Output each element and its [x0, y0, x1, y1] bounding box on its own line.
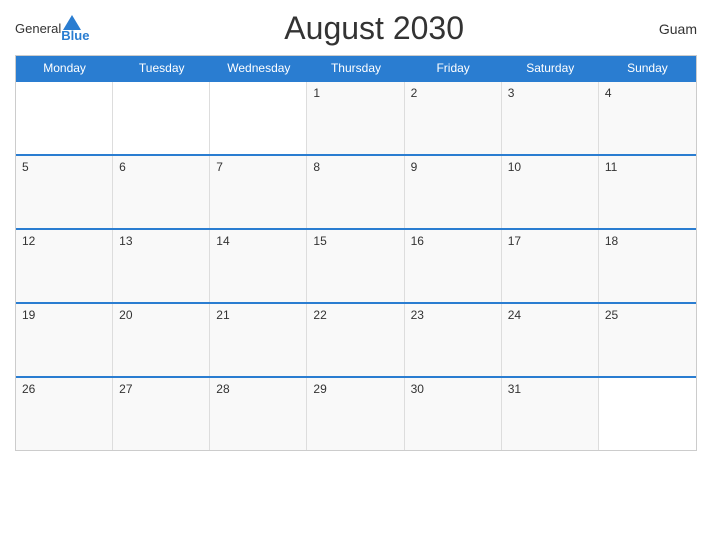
- day-header-saturday: Saturday: [502, 56, 599, 80]
- calendar-cell: 9: [405, 156, 502, 228]
- calendar-week-3: 12 13 14 15 16 17 18: [16, 228, 696, 302]
- calendar-week-5: 26 27 28 29 30 31: [16, 376, 696, 450]
- calendar-cell: 17: [502, 230, 599, 302]
- calendar-cell: 4: [599, 82, 696, 154]
- calendar-header-row: MondayTuesdayWednesdayThursdayFridaySatu…: [16, 56, 696, 80]
- day-number: 2: [411, 86, 418, 100]
- calendar-week-4: 19 20 21 22 23 24 25: [16, 302, 696, 376]
- calendar-cell: 26: [16, 378, 113, 450]
- day-number: 27: [119, 382, 132, 396]
- calendar-cell: 5: [16, 156, 113, 228]
- day-number: 10: [508, 160, 521, 174]
- logo-blue-part: Blue: [61, 15, 89, 43]
- calendar-cell: 19: [16, 304, 113, 376]
- calendar-cell: 18: [599, 230, 696, 302]
- day-number: 11: [605, 160, 617, 174]
- day-number: 9: [411, 160, 418, 174]
- calendar-cell: 23: [405, 304, 502, 376]
- day-number: 31: [508, 382, 521, 396]
- logo-general-text: General: [15, 21, 61, 36]
- calendar-cell: 20: [113, 304, 210, 376]
- logo: General Blue: [15, 15, 89, 43]
- day-number: 28: [216, 382, 229, 396]
- calendar-cell: [599, 378, 696, 450]
- calendar-cell: 8: [307, 156, 404, 228]
- calendar-cell: 11: [599, 156, 696, 228]
- day-number: 14: [216, 234, 229, 248]
- day-number: 18: [605, 234, 618, 248]
- page-header: General Blue August 2030 Guam: [15, 10, 697, 47]
- calendar-cell: 31: [502, 378, 599, 450]
- day-number: 17: [508, 234, 521, 248]
- calendar-cell: 7: [210, 156, 307, 228]
- calendar-cell: 28: [210, 378, 307, 450]
- calendar-page: General Blue August 2030 Guam MondayTues…: [0, 0, 712, 550]
- day-number: 12: [22, 234, 35, 248]
- day-number: 23: [411, 308, 424, 322]
- calendar-cell: 21: [210, 304, 307, 376]
- day-number: 5: [22, 160, 29, 174]
- day-number: 8: [313, 160, 320, 174]
- calendar-cell: [113, 82, 210, 154]
- calendar-cell: 15: [307, 230, 404, 302]
- calendar-cell: 1: [307, 82, 404, 154]
- calendar-grid: MondayTuesdayWednesdayThursdayFridaySatu…: [15, 55, 697, 451]
- calendar-cell: 14: [210, 230, 307, 302]
- calendar-cell: [210, 82, 307, 154]
- calendar-week-2: 5 6 7 8 9 10 11: [16, 154, 696, 228]
- day-header-monday: Monday: [16, 56, 113, 80]
- calendar-cell: 2: [405, 82, 502, 154]
- calendar-cell: 27: [113, 378, 210, 450]
- day-number: 30: [411, 382, 424, 396]
- day-number: 13: [119, 234, 132, 248]
- day-number: 7: [216, 160, 223, 174]
- day-number: 15: [313, 234, 326, 248]
- calendar-cell: 29: [307, 378, 404, 450]
- calendar-cell: [16, 82, 113, 154]
- day-number: 25: [605, 308, 618, 322]
- calendar-cell: 13: [113, 230, 210, 302]
- calendar-cell: 25: [599, 304, 696, 376]
- day-header-thursday: Thursday: [307, 56, 404, 80]
- day-number: 6: [119, 160, 126, 174]
- calendar-cell: 6: [113, 156, 210, 228]
- calendar-cell: 22: [307, 304, 404, 376]
- day-header-wednesday: Wednesday: [210, 56, 307, 80]
- logo-blue-text: Blue: [61, 28, 89, 43]
- day-number: 22: [313, 308, 326, 322]
- calendar-cell: 3: [502, 82, 599, 154]
- day-number: 3: [508, 86, 515, 100]
- day-number: 19: [22, 308, 35, 322]
- day-number: 21: [216, 308, 229, 322]
- region-label: Guam: [659, 21, 697, 37]
- day-header-friday: Friday: [405, 56, 502, 80]
- calendar-title: August 2030: [284, 10, 464, 47]
- calendar-cell: 30: [405, 378, 502, 450]
- day-header-sunday: Sunday: [599, 56, 696, 80]
- day-header-tuesday: Tuesday: [113, 56, 210, 80]
- calendar-cell: 10: [502, 156, 599, 228]
- day-number: 26: [22, 382, 35, 396]
- calendar-cell: 24: [502, 304, 599, 376]
- day-number: 20: [119, 308, 132, 322]
- day-number: 29: [313, 382, 326, 396]
- day-number: 1: [313, 86, 320, 100]
- day-number: 4: [605, 86, 612, 100]
- day-number: 24: [508, 308, 521, 322]
- calendar-week-1: 1 2 3 4: [16, 80, 696, 154]
- calendar-cell: 12: [16, 230, 113, 302]
- day-number: 16: [411, 234, 424, 248]
- calendar-cell: 16: [405, 230, 502, 302]
